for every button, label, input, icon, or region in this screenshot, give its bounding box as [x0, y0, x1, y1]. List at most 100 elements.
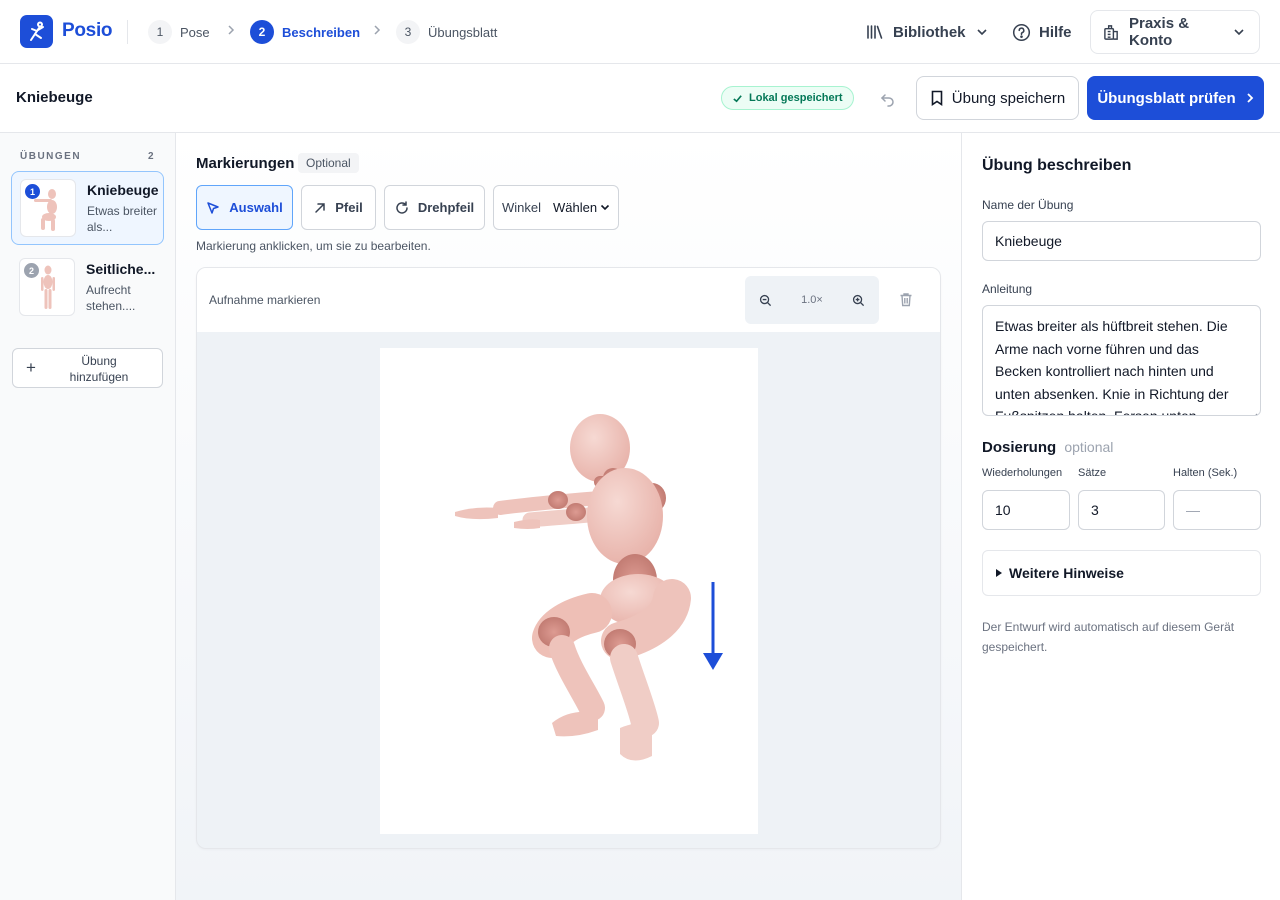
library-label: Bibliothek	[893, 23, 966, 41]
rotate-icon	[395, 200, 409, 215]
tool-select-button[interactable]: Auswahl	[196, 185, 293, 230]
exercise-list-item[interactable]: 2 Seitliche... Aufrecht stehen....	[11, 251, 164, 325]
chevron-right-icon	[1246, 92, 1254, 104]
question-circle-icon	[1012, 23, 1031, 42]
cursor-icon	[206, 201, 220, 215]
chevron-down-icon	[600, 204, 610, 211]
exercise-list-item[interactable]: 1 Kniebeuge Etwas breiter als...	[11, 171, 164, 245]
step-number: 3	[396, 20, 420, 44]
disclosure-triangle-icon	[995, 568, 1003, 578]
zoom-out-icon[interactable]	[759, 294, 772, 307]
save-exercise-label: Übung speichern	[951, 89, 1066, 107]
pose-stage[interactable]	[380, 348, 758, 834]
instructions-text: Etwas breiter als hüftbreit stehen. Die …	[995, 318, 1229, 416]
exercise-sidebar: ÜBUNGEN 2 1 Kniebeuge Etwas breiter als.…	[0, 133, 176, 900]
help-button[interactable]: Hilfe	[1012, 10, 1072, 54]
building-icon	[1103, 24, 1120, 41]
saved-status-text: Lokal gespeichert	[749, 92, 843, 104]
check-worksheet-label: Übungsblatt prüfen	[1097, 89, 1236, 107]
chevron-right-icon	[227, 24, 235, 39]
add-exercise-button[interactable]: + Übung hinzufügen	[12, 348, 163, 388]
account-label: Praxis & Konto	[1129, 15, 1190, 49]
sets-field[interactable]: 3	[1078, 490, 1165, 530]
brand-name[interactable]: Posio	[62, 20, 113, 42]
angle-tool[interactable]: Winkel Wählen	[493, 185, 619, 230]
step-number: 1	[148, 20, 172, 44]
exercise-thumbnail: 2	[19, 258, 75, 316]
tool-arrow-button[interactable]: Pfeil	[301, 185, 376, 230]
chevron-right-icon	[373, 24, 381, 39]
exercise-title: Kniebeuge	[87, 182, 159, 198]
plus-icon: +	[26, 358, 36, 377]
account-menu-button[interactable]: Praxis & Konto	[1090, 10, 1260, 54]
step-label: Pose	[180, 24, 210, 40]
reps-field[interactable]: 10	[982, 490, 1070, 530]
exercise-title: Seitliche...	[86, 261, 156, 277]
top-nav: Posio 1 Pose 2 Beschreiben 3 Übungsblatt…	[0, 0, 1280, 64]
zoom-level: 1.0×	[801, 294, 823, 306]
step-uebungsblatt[interactable]: 3 Übungsblatt	[396, 20, 497, 44]
library-menu-button[interactable]: Bibliothek	[866, 10, 988, 54]
angle-label: Winkel	[501, 200, 541, 215]
describe-panel: Übung beschreiben Name der Übung Kniebeu…	[961, 133, 1280, 900]
tool-label: Pfeil	[335, 200, 363, 215]
trash-icon[interactable]	[899, 292, 913, 307]
nav-divider	[127, 20, 128, 44]
step-number: 2	[250, 20, 274, 44]
step-pose[interactable]: 1 Pose	[148, 20, 210, 44]
sidebar-heading: ÜBUNGEN	[20, 151, 82, 162]
exercise-index-badge: 2	[24, 263, 39, 278]
markup-title: Markierungen	[196, 155, 295, 172]
chevron-down-icon	[1233, 28, 1245, 36]
angle-select[interactable]: Wählen	[553, 200, 597, 215]
undo-button[interactable]	[876, 87, 900, 111]
zoom-in-icon[interactable]	[852, 294, 865, 307]
panel-title: Übung beschreiben	[982, 157, 1132, 174]
canvas-label: Aufnahme markieren	[209, 293, 321, 307]
page-title: Kniebeuge	[16, 89, 93, 106]
autosave-note: Der Entwurf wird automatisch auf diesem …	[982, 620, 1235, 654]
bookmark-icon	[930, 90, 944, 106]
squat-figure-illustration	[455, 414, 723, 761]
hold-seconds-field[interactable]: —	[1173, 490, 1261, 530]
tool-label: Drehpfeil	[417, 200, 475, 215]
undo-icon	[880, 91, 896, 107]
reps-label: Wiederholungen	[982, 467, 1063, 479]
save-exercise-button[interactable]: Übung speichern	[916, 76, 1079, 120]
arrow-up-right-icon	[314, 202, 326, 214]
name-label: Name der Übung	[982, 198, 1074, 212]
zoom-controls: 1.0×	[745, 276, 879, 324]
exercise-description: Etwas breiter als...	[87, 204, 158, 234]
saved-status-badge: Lokal gespeichert	[721, 86, 854, 110]
resize-grip-icon[interactable]	[1250, 405, 1258, 415]
further-notes-toggle[interactable]: Weitere Hinweise	[982, 550, 1261, 596]
help-label: Hilfe	[1039, 23, 1072, 41]
exercise-name-field[interactable]: Kniebeuge	[982, 221, 1261, 261]
check-icon	[732, 93, 743, 104]
markup-hint: Markierung anklicken, um sie zu bearbeit…	[196, 239, 431, 253]
instructions-label: Anleitung	[982, 282, 1033, 296]
library-icon	[866, 23, 884, 41]
tool-rotate-arrow-button[interactable]: Drehpfeil	[384, 185, 485, 230]
editor-header: Kniebeuge Lokal gespeichert Übung speich…	[0, 64, 1280, 133]
tool-label: Auswahl	[229, 200, 283, 215]
step-label: Übungsblatt	[428, 24, 498, 40]
markup-workspace: Markierungen Optional Auswahl Pfeil Dreh…	[176, 133, 961, 900]
exercise-count: 2	[148, 151, 154, 162]
posio-logo-icon[interactable]	[20, 15, 53, 48]
optional-tag: Optional	[298, 153, 359, 173]
check-worksheet-button[interactable]: Übungsblatt prüfen	[1087, 76, 1264, 120]
exercise-thumbnail: 1	[20, 179, 76, 237]
dosage-title: Dosierung optional	[982, 439, 1113, 456]
exercise-description: Aufrecht stehen....	[86, 283, 136, 313]
step-beschreiben[interactable]: 2 Beschreiben	[250, 20, 360, 44]
step-label: Beschreiben	[282, 24, 361, 40]
hold-label: Halten (Sek.)	[1173, 467, 1238, 479]
chevron-down-icon	[976, 28, 988, 36]
instructions-textarea[interactable]: Etwas breiter als hüftbreit stehen. Die …	[982, 305, 1261, 416]
sets-label: Sätze	[1078, 467, 1107, 479]
canvas-toolbar: Aufnahme markieren 1.0×	[197, 268, 940, 332]
dosage-heading: Dosierung	[982, 439, 1057, 456]
exercise-index-badge: 1	[25, 184, 40, 199]
canvas-card: Aufnahme markieren 1.0×	[196, 267, 941, 849]
